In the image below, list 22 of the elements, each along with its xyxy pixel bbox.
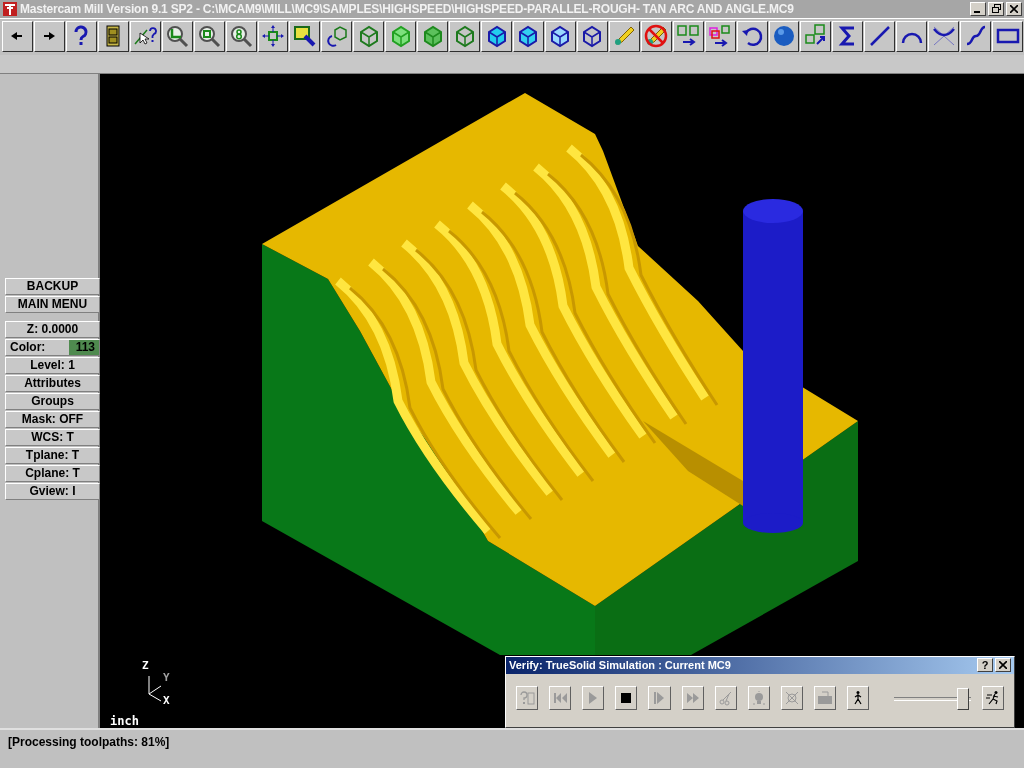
window-title: Mastercam Mill Version 9.1 SP2 - C:\MCAM9\MILL\MC9\SAMPLES\HIGHSPEED\HIGHSPEED-PARALLEL-ROUGH- TAN ARC AND ANGLE.MC9 — [20, 2, 795, 16]
menu-item[interactable]: Groups — [5, 392, 100, 410]
menu-item-label: Color: — [10, 340, 46, 355]
units-label: inch — [110, 713, 139, 728]
axis-label: Z — [142, 658, 149, 672]
axis-label: X — [163, 693, 170, 707]
status-text: [Processing toolpaths: 81%] — [8, 735, 170, 749]
menu-item[interactable]: WCS: T — [5, 428, 100, 446]
menu-item[interactable]: Level: 1 — [5, 356, 100, 374]
menu-item[interactable]: Attributes — [5, 374, 100, 392]
menu-item[interactable]: Cplane: T — [5, 464, 100, 482]
menu-item[interactable]: MAIN MENU — [5, 295, 100, 313]
axis-label: Y — [163, 670, 170, 684]
help-button[interactable]: ? — [977, 658, 993, 673]
menu-item[interactable]: Mask: OFF — [5, 410, 100, 428]
menu-item[interactable]: BACKUP — [5, 277, 100, 295]
dialog-title: Verify: TrueSolid Simulation : Current MC9 — [509, 659, 732, 672]
menu-item[interactable]: Gview: I — [5, 482, 100, 500]
color-value: 113 — [69, 339, 99, 355]
menu-item[interactable]: Z: 0.0000 — [5, 320, 100, 338]
menu-item[interactable]: Tplane: T — [5, 446, 100, 464]
menu-item[interactable]: Color: 113 — [5, 338, 100, 356]
